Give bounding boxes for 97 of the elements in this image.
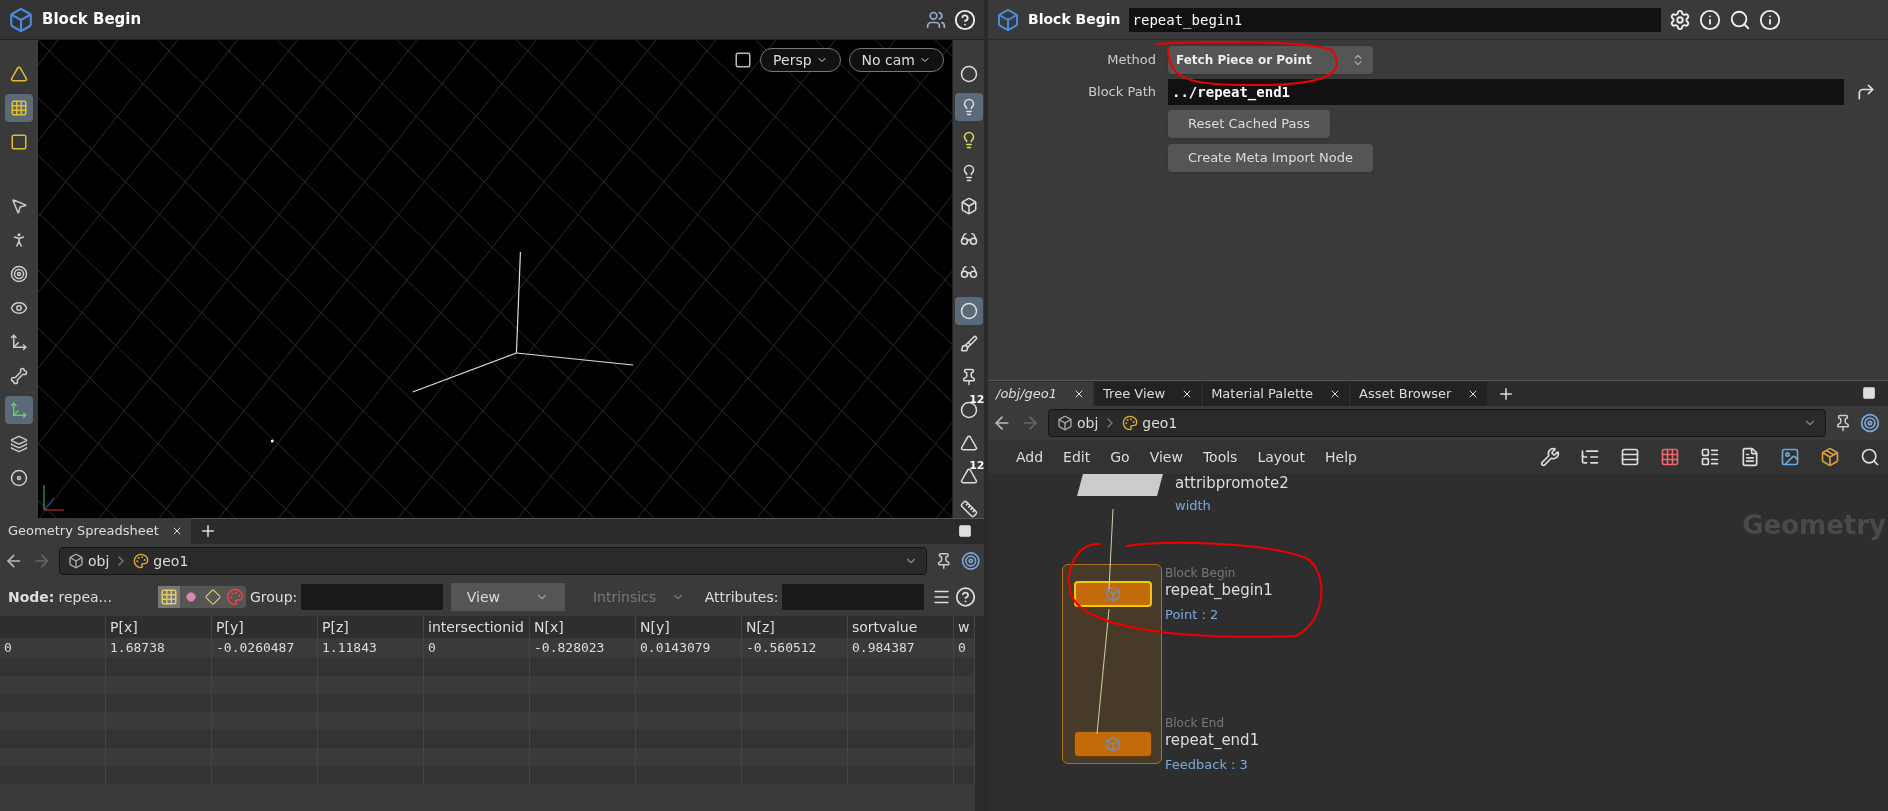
pane-tab[interactable]: Asset Browser — [1351, 382, 1488, 406]
node-name: repea... — [58, 587, 113, 607]
block-path-field[interactable]: ../repeat_end1 — [1168, 79, 1844, 105]
maximize-icon[interactable] — [958, 524, 972, 538]
cone-icon — [10, 65, 28, 83]
node-name[interactable]: repeat_end1 — [1165, 729, 1260, 752]
pane-title: Block Begin — [42, 9, 142, 31]
node-shape[interactable] — [1077, 474, 1163, 496]
pane-tab[interactable]: /obj/geo1 — [988, 382, 1094, 406]
block-icon — [1105, 586, 1121, 602]
attributes-field[interactable] — [782, 584, 924, 610]
menu-item[interactable]: Tools — [1202, 446, 1238, 468]
people-icon[interactable] — [926, 9, 946, 30]
node-name[interactable]: repeat_begin1 — [1165, 579, 1273, 602]
move-icon — [10, 333, 28, 351]
node-name-field[interactable]: repeat_begin1 — [1128, 7, 1661, 32]
wrench-icon[interactable] — [1540, 447, 1560, 467]
path-segment[interactable]: geo1 — [1142, 412, 1178, 434]
bone-icon — [10, 367, 28, 385]
square-icon — [10, 133, 28, 151]
action-button[interactable]: Reset Cached Pass — [1168, 110, 1331, 138]
path-segment[interactable]: obj — [1077, 412, 1099, 434]
camera-menu[interactable]: Persp — [760, 48, 841, 72]
block-icon — [996, 7, 1020, 32]
pane-tab[interactable]: Geometry Spreadsheet — [0, 518, 191, 544]
view-menu[interactable]: View — [450, 583, 565, 611]
pane-tab[interactable]: Tree View — [1095, 382, 1202, 406]
dot-icon — [959, 302, 978, 320]
menu-item[interactable]: Go — [1110, 446, 1130, 468]
color-grid-icon[interactable] — [1660, 447, 1680, 467]
tool-button[interactable] — [954, 93, 983, 121]
scrollbar[interactable] — [975, 616, 984, 811]
path-field[interactable]: obj geo1 — [59, 547, 927, 575]
node-type-label: Block Begin — [1165, 565, 1236, 582]
pointer-icon — [10, 197, 28, 215]
block-path-label: Block Path — [1087, 83, 1156, 102]
ruler-icon — [959, 500, 978, 518]
block-icon — [8, 6, 34, 33]
target-icon — [10, 265, 28, 283]
shape-icon — [959, 434, 978, 452]
points-icon[interactable] — [158, 586, 180, 608]
node-type-label: Block End — [1165, 715, 1225, 732]
block-icon — [1105, 736, 1121, 752]
cube-icon — [959, 197, 978, 215]
sphere-icon — [959, 65, 978, 83]
method-dropdown[interactable]: Fetch Piece or Point — [1168, 46, 1373, 74]
node-comment: Feedback : 3 — [1165, 756, 1248, 774]
pane-tab[interactable]: Material Palette — [1203, 382, 1350, 406]
menu-item[interactable]: Layout — [1257, 446, 1305, 468]
pin-icon[interactable] — [1834, 414, 1852, 432]
attributes-label: Attributes: — [704, 587, 779, 607]
gear-icon[interactable] — [1668, 8, 1691, 31]
tool-button[interactable] — [954, 297, 983, 325]
target-icon[interactable] — [1860, 413, 1880, 433]
group-label: Group: — [250, 587, 298, 607]
image-icon[interactable] — [1780, 447, 1800, 467]
path-field[interactable]: obj geo1 — [1048, 409, 1826, 437]
eye-icon — [10, 299, 28, 317]
note-icon[interactable] — [1740, 447, 1760, 467]
help-icon[interactable] — [955, 586, 976, 608]
dot-icon — [959, 401, 978, 419]
node-comment: width — [1175, 497, 1211, 515]
search-icon[interactable] — [1860, 447, 1880, 467]
menu-item[interactable]: View — [1149, 446, 1183, 468]
group-field[interactable] — [301, 584, 443, 610]
menu-item[interactable]: Edit — [1063, 446, 1091, 468]
move-icon — [10, 401, 28, 419]
camera-menu[interactable]: No cam — [848, 48, 944, 72]
layers-icon — [10, 435, 28, 453]
disc-icon — [10, 469, 28, 487]
node-label: Node: — [8, 587, 55, 607]
path-segment[interactable]: obj — [88, 550, 110, 572]
menu-item[interactable]: Help — [1325, 446, 1357, 468]
menu-item[interactable]: Add — [1016, 446, 1044, 468]
glasses-icon — [959, 263, 978, 281]
node-comment: Point : 2 — [1165, 606, 1219, 624]
tree-icon[interactable] — [1580, 447, 1600, 467]
jump-icon[interactable] — [1856, 82, 1876, 102]
package-icon[interactable] — [1820, 447, 1840, 467]
list-icon[interactable] — [1620, 447, 1640, 467]
block-node[interactable] — [1074, 731, 1152, 757]
dots-icon — [10, 99, 28, 117]
node-type: Block Begin — [1028, 10, 1121, 29]
maximize-icon[interactable] — [1862, 386, 1876, 400]
layout-icon[interactable] — [1700, 447, 1720, 467]
target-icon[interactable] — [960, 551, 980, 571]
action-button[interactable]: Create Meta Import Node — [1168, 144, 1373, 172]
shape-icon — [959, 467, 978, 485]
brush-icon — [959, 335, 978, 353]
search-icon[interactable] — [1728, 8, 1751, 31]
info-icon[interactable] — [1698, 8, 1721, 31]
node-name[interactable]: attribpromote2 — [1175, 474, 1289, 495]
help-icon[interactable] — [954, 8, 976, 31]
info-icon[interactable] — [1758, 8, 1781, 31]
method-label: Method — [1106, 51, 1156, 70]
path-segment[interactable]: geo1 — [153, 550, 189, 572]
glasses-icon — [959, 230, 978, 248]
